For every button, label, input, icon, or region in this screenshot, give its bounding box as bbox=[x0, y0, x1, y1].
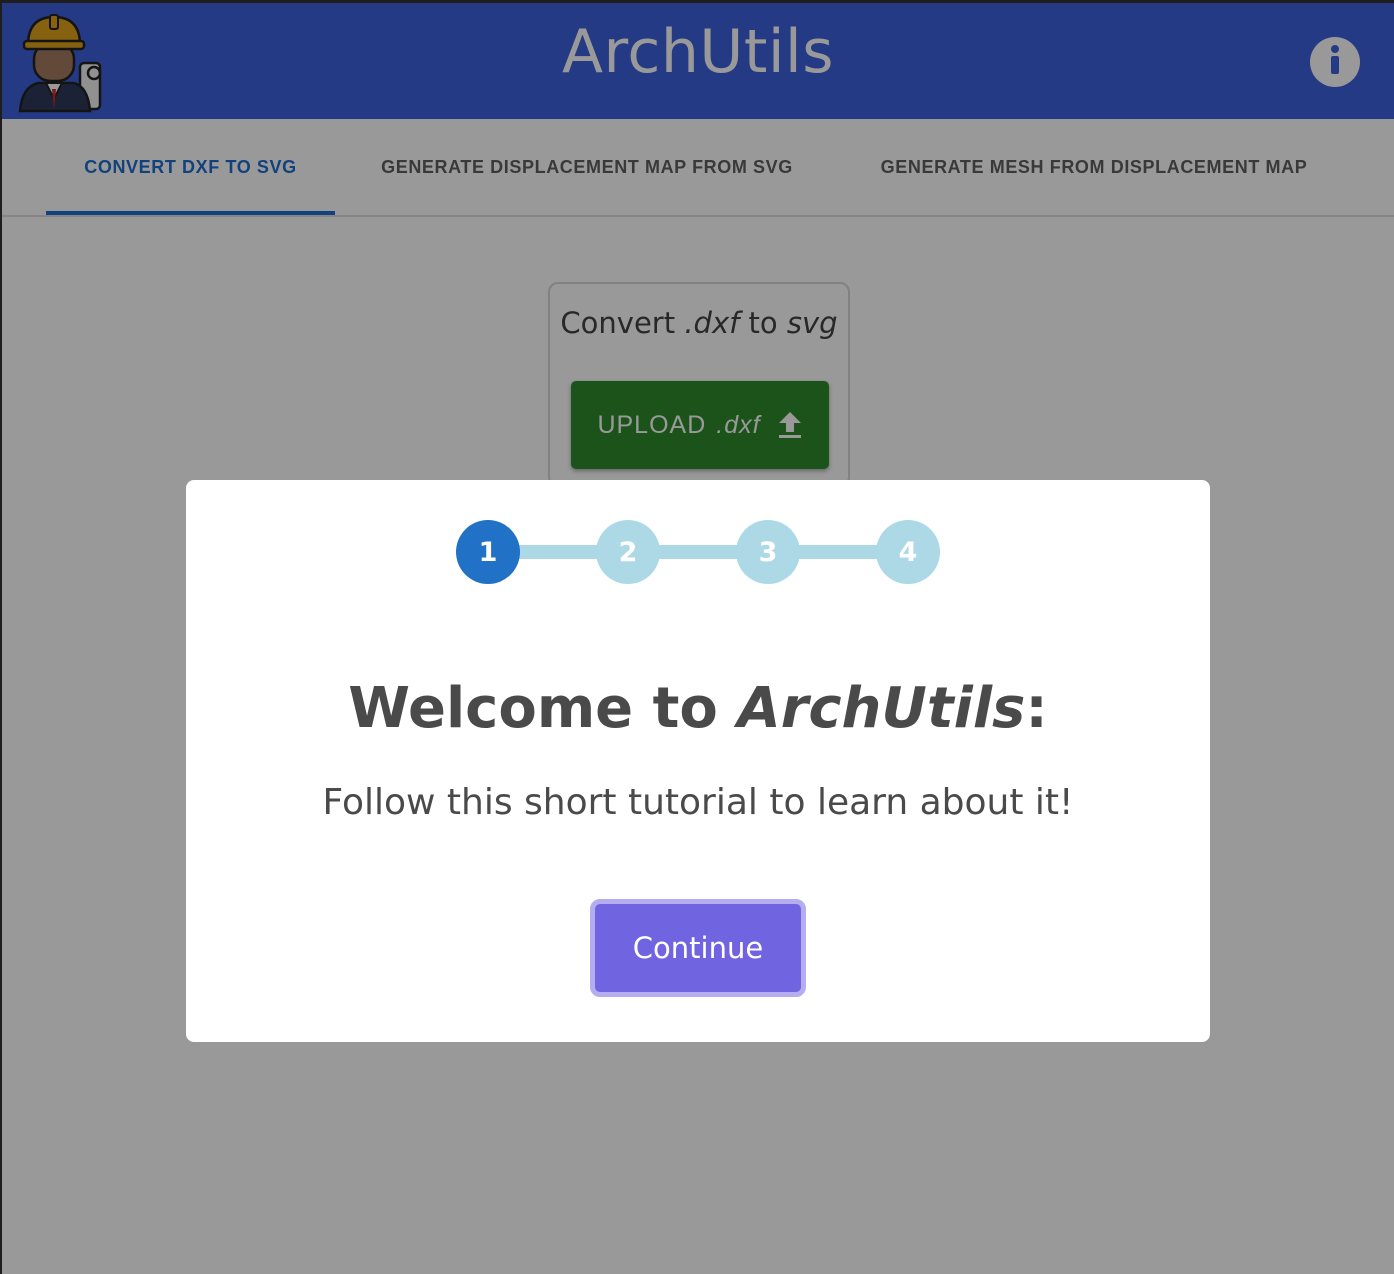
step-3[interactable]: 3 bbox=[736, 520, 800, 584]
step-4[interactable]: 4 bbox=[876, 520, 940, 584]
continue-button[interactable]: Continue bbox=[590, 899, 806, 997]
step-2[interactable]: 2 bbox=[596, 520, 660, 584]
tutorial-modal: 1 2 3 4 Welcome to ArchUtils: Follow thi… bbox=[186, 480, 1210, 1042]
step-1[interactable]: 1 bbox=[456, 520, 520, 584]
stepper-connector bbox=[488, 545, 908, 559]
tutorial-message: Follow this short tutorial to learn abou… bbox=[322, 782, 1074, 823]
tutorial-title: Welcome to ArchUtils: bbox=[348, 676, 1048, 741]
tutorial-stepper: 1 2 3 4 bbox=[456, 520, 940, 584]
